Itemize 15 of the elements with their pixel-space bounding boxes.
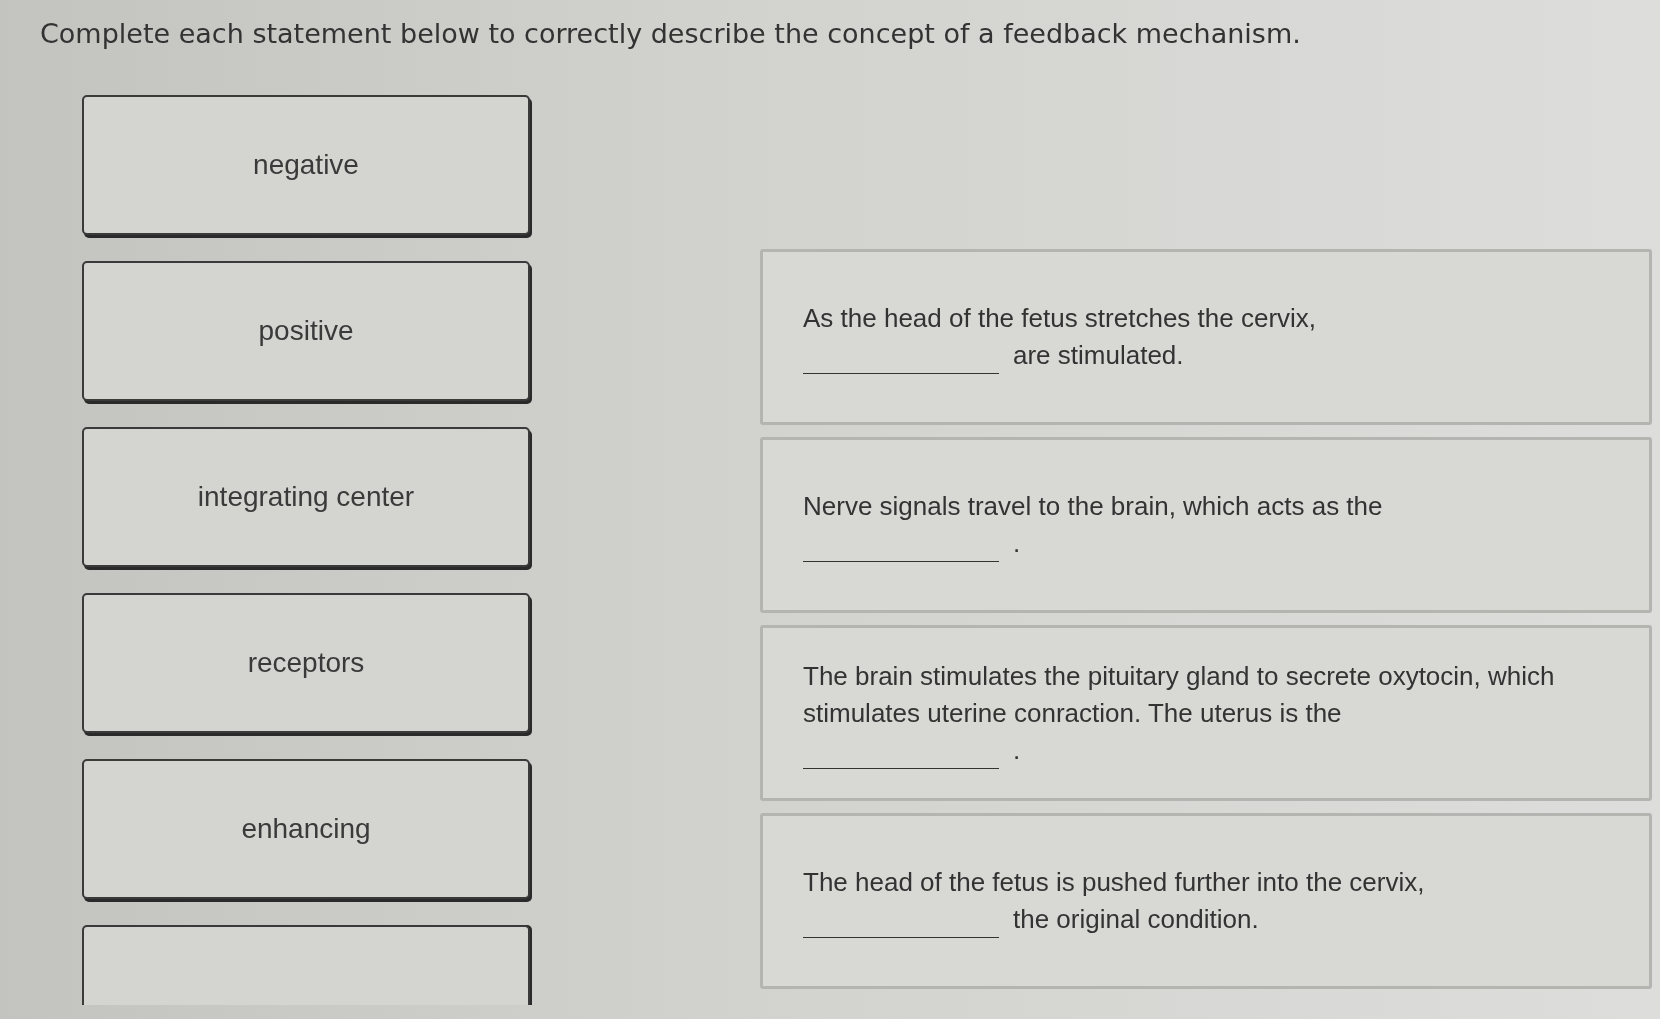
answer-tile[interactable]: enhancing bbox=[82, 759, 530, 899]
answer-tile[interactable]: integrating center bbox=[82, 427, 530, 567]
statement-text: Nerve signals travel to the brain, which acts as the bbox=[803, 490, 1384, 523]
statement-text: . bbox=[1013, 733, 1021, 767]
answer-tile[interactable]: negative bbox=[82, 95, 530, 235]
answer-tile[interactable] bbox=[82, 925, 530, 1005]
statement-text: . bbox=[1013, 527, 1021, 560]
instruction-text: Complete each statement below to correctly describe the concept of a feedback mechanism. bbox=[40, 18, 1302, 49]
answer-tile[interactable]: positive bbox=[82, 261, 530, 401]
statement-text: are stimulated. bbox=[1013, 339, 1184, 372]
statement-text: As the head of the fetus stretches the cervix, bbox=[803, 302, 1318, 335]
statement-text: The brain stimulates the pituitary gland to secrete oxytocin, which stimulates uterine conraction. The uterus is the bbox=[803, 659, 1556, 730]
answer-tile[interactable]: receptors bbox=[82, 593, 530, 733]
statement-text: The head of the fetus is pushed further into the cervix, bbox=[803, 866, 1426, 899]
statement-text: the original condition. bbox=[1013, 903, 1259, 936]
